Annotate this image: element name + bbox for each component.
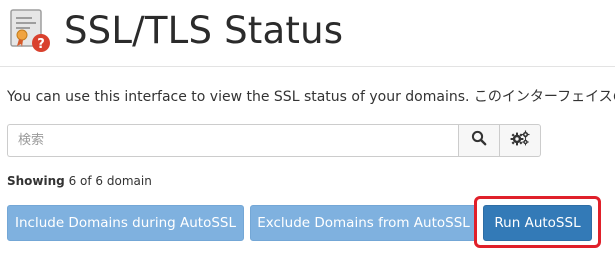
result-count-label: Showing (7, 174, 65, 188)
ssl-tls-status-page: ? SSL/TLS Status You can use this interf… (0, 0, 615, 255)
search-icon (471, 130, 487, 151)
result-count-text: 6 of 6 domain (68, 174, 152, 188)
page-title: SSL/TLS Status (64, 9, 344, 52)
ssl-certificate-warning-icon: ? (8, 8, 54, 54)
search-input[interactable] (7, 124, 458, 157)
header-divider (0, 66, 615, 67)
exclude-domains-button[interactable]: Exclude Domains from AutoSSL (250, 205, 477, 241)
include-domains-button[interactable]: Include Domains during AutoSSL (7, 205, 244, 241)
search-bar (7, 124, 541, 157)
page-header: ? SSL/TLS Status (8, 8, 343, 54)
gears-icon (510, 130, 530, 151)
run-autossl-button[interactable]: Run AutoSSL (483, 205, 592, 241)
result-count: Showing 6 of 6 domain (7, 174, 152, 188)
settings-button[interactable] (500, 124, 541, 157)
search-button[interactable] (458, 124, 500, 157)
page-description: You can use this interface to view the S… (7, 89, 615, 105)
svg-text:?: ? (37, 37, 45, 52)
